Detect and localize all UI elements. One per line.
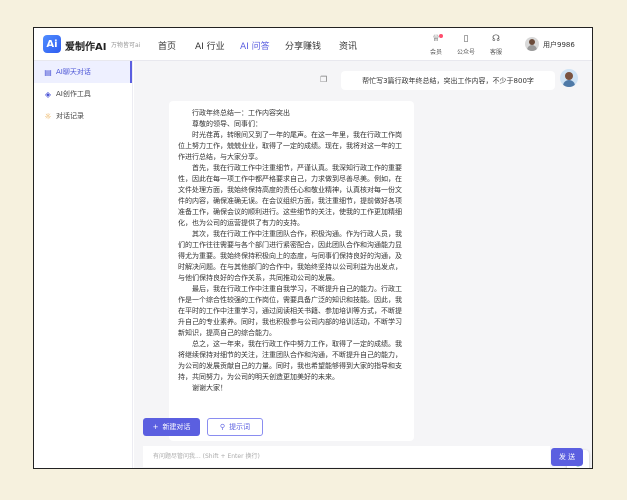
nav-news[interactable]: 资讯 [339, 39, 357, 52]
sidebar-item-label: AI聊天对话 [56, 68, 91, 76]
answer-paragraph: 最后，我在行政工作中注重自我学习，不断提升自己的能力。行政工作是一个综合性较强的… [178, 285, 402, 337]
user-avatar[interactable] [525, 37, 539, 51]
chat-input[interactable] [143, 446, 550, 467]
vip-button[interactable]: ♕ 会员 [423, 33, 449, 56]
nav-home[interactable]: 首页 [158, 39, 176, 52]
official-account-label: 公众号 [456, 49, 475, 56]
official-account-button[interactable]: ▯ 公众号 [453, 33, 479, 56]
app-window: Ai 爱制作AI 万物皆可ai 首页 AI 行业 AI 问答 分享赚钱 资讯 ♕… [33, 27, 593, 469]
answer-paragraph: 时光荏苒，转眼间又到了一年的尾声。在这一年里，我在行政工作岗位上努力工作，兢兢业… [178, 131, 402, 161]
user-message-avatar [560, 69, 578, 87]
new-chat-label: 新建对话 [162, 423, 191, 431]
phone-icon: ▯ [463, 34, 469, 44]
answer-title: 行政年终总结一：工作内容突出 [192, 109, 290, 117]
send-button[interactable]: 发 送 [551, 448, 583, 466]
nav-ai-qa[interactable]: AI 问答 [240, 39, 270, 52]
answer-greeting: 尊敬的领导、同事们： [192, 120, 262, 128]
notification-dot [439, 34, 443, 38]
user-question-bubble: 帮忙写3篇行政年终总结，突出工作内容，不少于800字 [341, 71, 555, 90]
history-icon: ☼ [44, 111, 52, 121]
headset-icon: ☊ [492, 34, 500, 44]
answer-closing: 谢谢大家！ [192, 384, 227, 392]
app-name[interactable]: 爱制作AI [65, 38, 106, 53]
sidebar: ▤ AI聊天对话 ◈ AI创作工具 ☼ 对话记录 [34, 61, 133, 468]
nav-share-earn[interactable]: 分享赚钱 [285, 39, 321, 52]
chat-icon: ▤ [44, 67, 52, 77]
app-subtitle: 万物皆可ai [111, 42, 141, 49]
sidebar-item-ai-tools[interactable]: ◈ AI创作工具 [34, 83, 132, 105]
logo-icon[interactable]: Ai [43, 35, 61, 53]
sidebar-item-label: AI创作工具 [56, 90, 91, 98]
answer-paragraph: 首先，我在行政工作中注重细节，严谨认真。我深知行政工作的重要性，因此在每一项工作… [178, 164, 402, 227]
answer-paragraph: 总之，这一年来，我在行政工作中努力工作，取得了一定的成绩。我将继续保持对细节的关… [178, 340, 402, 381]
nav-ai-industry[interactable]: AI 行业 [195, 39, 225, 52]
customer-service-label: 客服 [489, 49, 502, 56]
customer-service-button[interactable]: ☊ 客服 [483, 33, 509, 56]
prompt-button[interactable]: ⚲ 提示词 [207, 418, 263, 436]
top-header: Ai 爱制作AI 万物皆可ai 首页 AI 行业 AI 问答 分享赚钱 资讯 ♕… [34, 28, 592, 61]
plus-icon: + [152, 423, 159, 431]
sidebar-item-label: 对话记录 [56, 112, 84, 120]
copy-icon[interactable]: ❐ [320, 75, 330, 86]
layers-icon: ◈ [44, 89, 52, 99]
chat-area: ❐ 帮忙写3篇行政年终总结，突出工作内容，不少于800字 行政年终总结一：工作内… [134, 61, 592, 468]
magic-wand-icon: ⚲ [219, 423, 226, 431]
ai-answer-bubble: 行政年终总结一：工作内容突出 尊敬的领导、同事们： 时光荏苒，转眼间又到了一年的… [169, 101, 414, 441]
sidebar-item-history[interactable]: ☼ 对话记录 [34, 105, 132, 127]
answer-paragraph: 其次，我在行政工作中注重团队合作，积极沟通。作为行政人员，我们的工作往往需要与各… [178, 230, 402, 282]
crown-icon: ♕ [431, 34, 441, 44]
user-name[interactable]: 用户9986 [543, 40, 575, 50]
sidebar-item-ai-chat[interactable]: ▤ AI聊天对话 [34, 61, 132, 83]
vip-label: 会员 [429, 49, 442, 56]
new-chat-button[interactable]: + 新建对话 [143, 418, 200, 436]
prompt-label: 提示词 [229, 423, 251, 431]
